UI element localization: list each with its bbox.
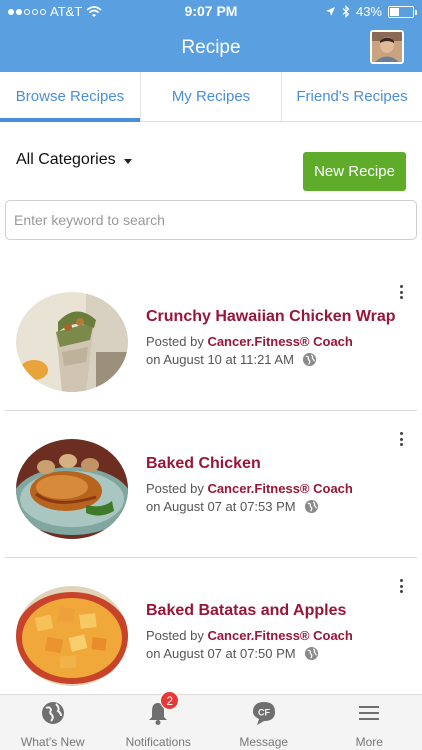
- recipe-list-item[interactable]: Crunchy Hawaiian Chicken Wrap Posted by …: [0, 265, 422, 411]
- globe-icon: [304, 646, 318, 661]
- nav-label: More: [355, 735, 383, 749]
- nav-whats-new[interactable]: What's New: [0, 695, 106, 750]
- recipe-date-row: on August 10 at 11:21 AM: [146, 352, 317, 367]
- status-right: 43%: [325, 4, 417, 19]
- notification-badge: 2: [160, 691, 180, 710]
- divider: [5, 557, 417, 558]
- battery-percent: 43%: [355, 4, 382, 19]
- posted-by-prefix: Posted by: [146, 481, 208, 496]
- recipe-date: on August 10 at 11:21 AM: [146, 352, 294, 367]
- recipe-list-item[interactable]: Baked Chicken Posted by Cancer.Fitness® …: [0, 412, 422, 558]
- category-dropdown[interactable]: All Categories: [16, 151, 132, 169]
- recipe-date-row: on August 07 at 07:50 PM: [146, 646, 319, 661]
- recipe-title[interactable]: Baked Batatas and Apples: [146, 602, 346, 620]
- recipe-author-link[interactable]: Cancer.Fitness® Coach: [207, 628, 352, 643]
- tab-browse-recipes[interactable]: Browse Recipes: [0, 72, 141, 122]
- bell-icon-wrapper: 2: [145, 691, 180, 726]
- posted-by-prefix: Posted by: [146, 628, 208, 643]
- recipe-thumbnail: [16, 292, 128, 392]
- status-bar: AT&T 9:07 PM 43%: [0, 0, 422, 24]
- nav-more[interactable]: More: [317, 695, 422, 750]
- battery-icon: [388, 5, 417, 18]
- recipe-posted-by: Posted by Cancer.Fitness® Coach: [146, 628, 353, 643]
- caret-down-icon: [123, 158, 132, 164]
- nav-notifications[interactable]: 2 Notifications: [106, 691, 212, 750]
- location-icon: [325, 7, 335, 16]
- user-avatar[interactable]: [370, 30, 404, 64]
- globe-icon: [304, 499, 318, 514]
- recipe-list-item[interactable]: Baked Batatas and Apples Posted by Cance…: [0, 559, 422, 705]
- globe-icon: [41, 702, 64, 724]
- tab-friends-recipes[interactable]: Friend's Recipes: [282, 72, 422, 121]
- recipe-date: on August 07 at 07:53 PM: [146, 499, 296, 514]
- bluetooth-icon: [342, 5, 350, 18]
- new-recipe-button[interactable]: New Recipe: [303, 152, 406, 191]
- nav-label: Message: [239, 735, 289, 749]
- recipe-author-link[interactable]: Cancer.Fitness® Coach: [207, 334, 352, 349]
- recipe-posted-by: Posted by Cancer.Fitness® Coach: [146, 481, 353, 496]
- recipe-thumbnail: [16, 586, 128, 686]
- recipe-date-row: on August 07 at 07:53 PM: [146, 499, 319, 514]
- more-options-icon[interactable]: [398, 432, 404, 446]
- nav-message[interactable]: CF Message: [211, 695, 317, 750]
- recipe-title[interactable]: Baked Chicken: [146, 455, 261, 473]
- category-label: All Categories: [16, 151, 116, 168]
- cf-message-icon: CF: [252, 702, 275, 725]
- more-options-icon[interactable]: [398, 285, 404, 299]
- page-title: Recipe: [181, 37, 241, 58]
- recipe-tabs: Browse Recipes My Recipes Friend's Recip…: [0, 72, 422, 122]
- svg-text:CF: CF: [258, 708, 270, 718]
- tab-my-recipes[interactable]: My Recipes: [141, 72, 282, 121]
- app-header: AT&T 9:07 PM 43% Recipe: [0, 0, 422, 72]
- divider: [5, 410, 417, 411]
- recipe-date: on August 07 at 07:50 PM: [146, 646, 296, 661]
- bottom-nav: What's New 2 Notifications CF Message Mo…: [0, 691, 422, 750]
- recipe-author-link[interactable]: Cancer.Fitness® Coach: [207, 481, 352, 496]
- recipe-posted-by: Posted by Cancer.Fitness® Coach: [146, 334, 353, 349]
- search-input[interactable]: [5, 200, 417, 240]
- nav-label: Notifications: [125, 735, 191, 749]
- posted-by-prefix: Posted by: [146, 334, 208, 349]
- recipe-thumbnail: [16, 439, 128, 539]
- menu-icon: [359, 706, 380, 720]
- more-options-icon[interactable]: [398, 579, 404, 593]
- recipe-title[interactable]: Crunchy Hawaiian Chicken Wrap: [146, 308, 396, 326]
- globe-icon: [302, 352, 316, 367]
- nav-label: What's New: [20, 735, 85, 749]
